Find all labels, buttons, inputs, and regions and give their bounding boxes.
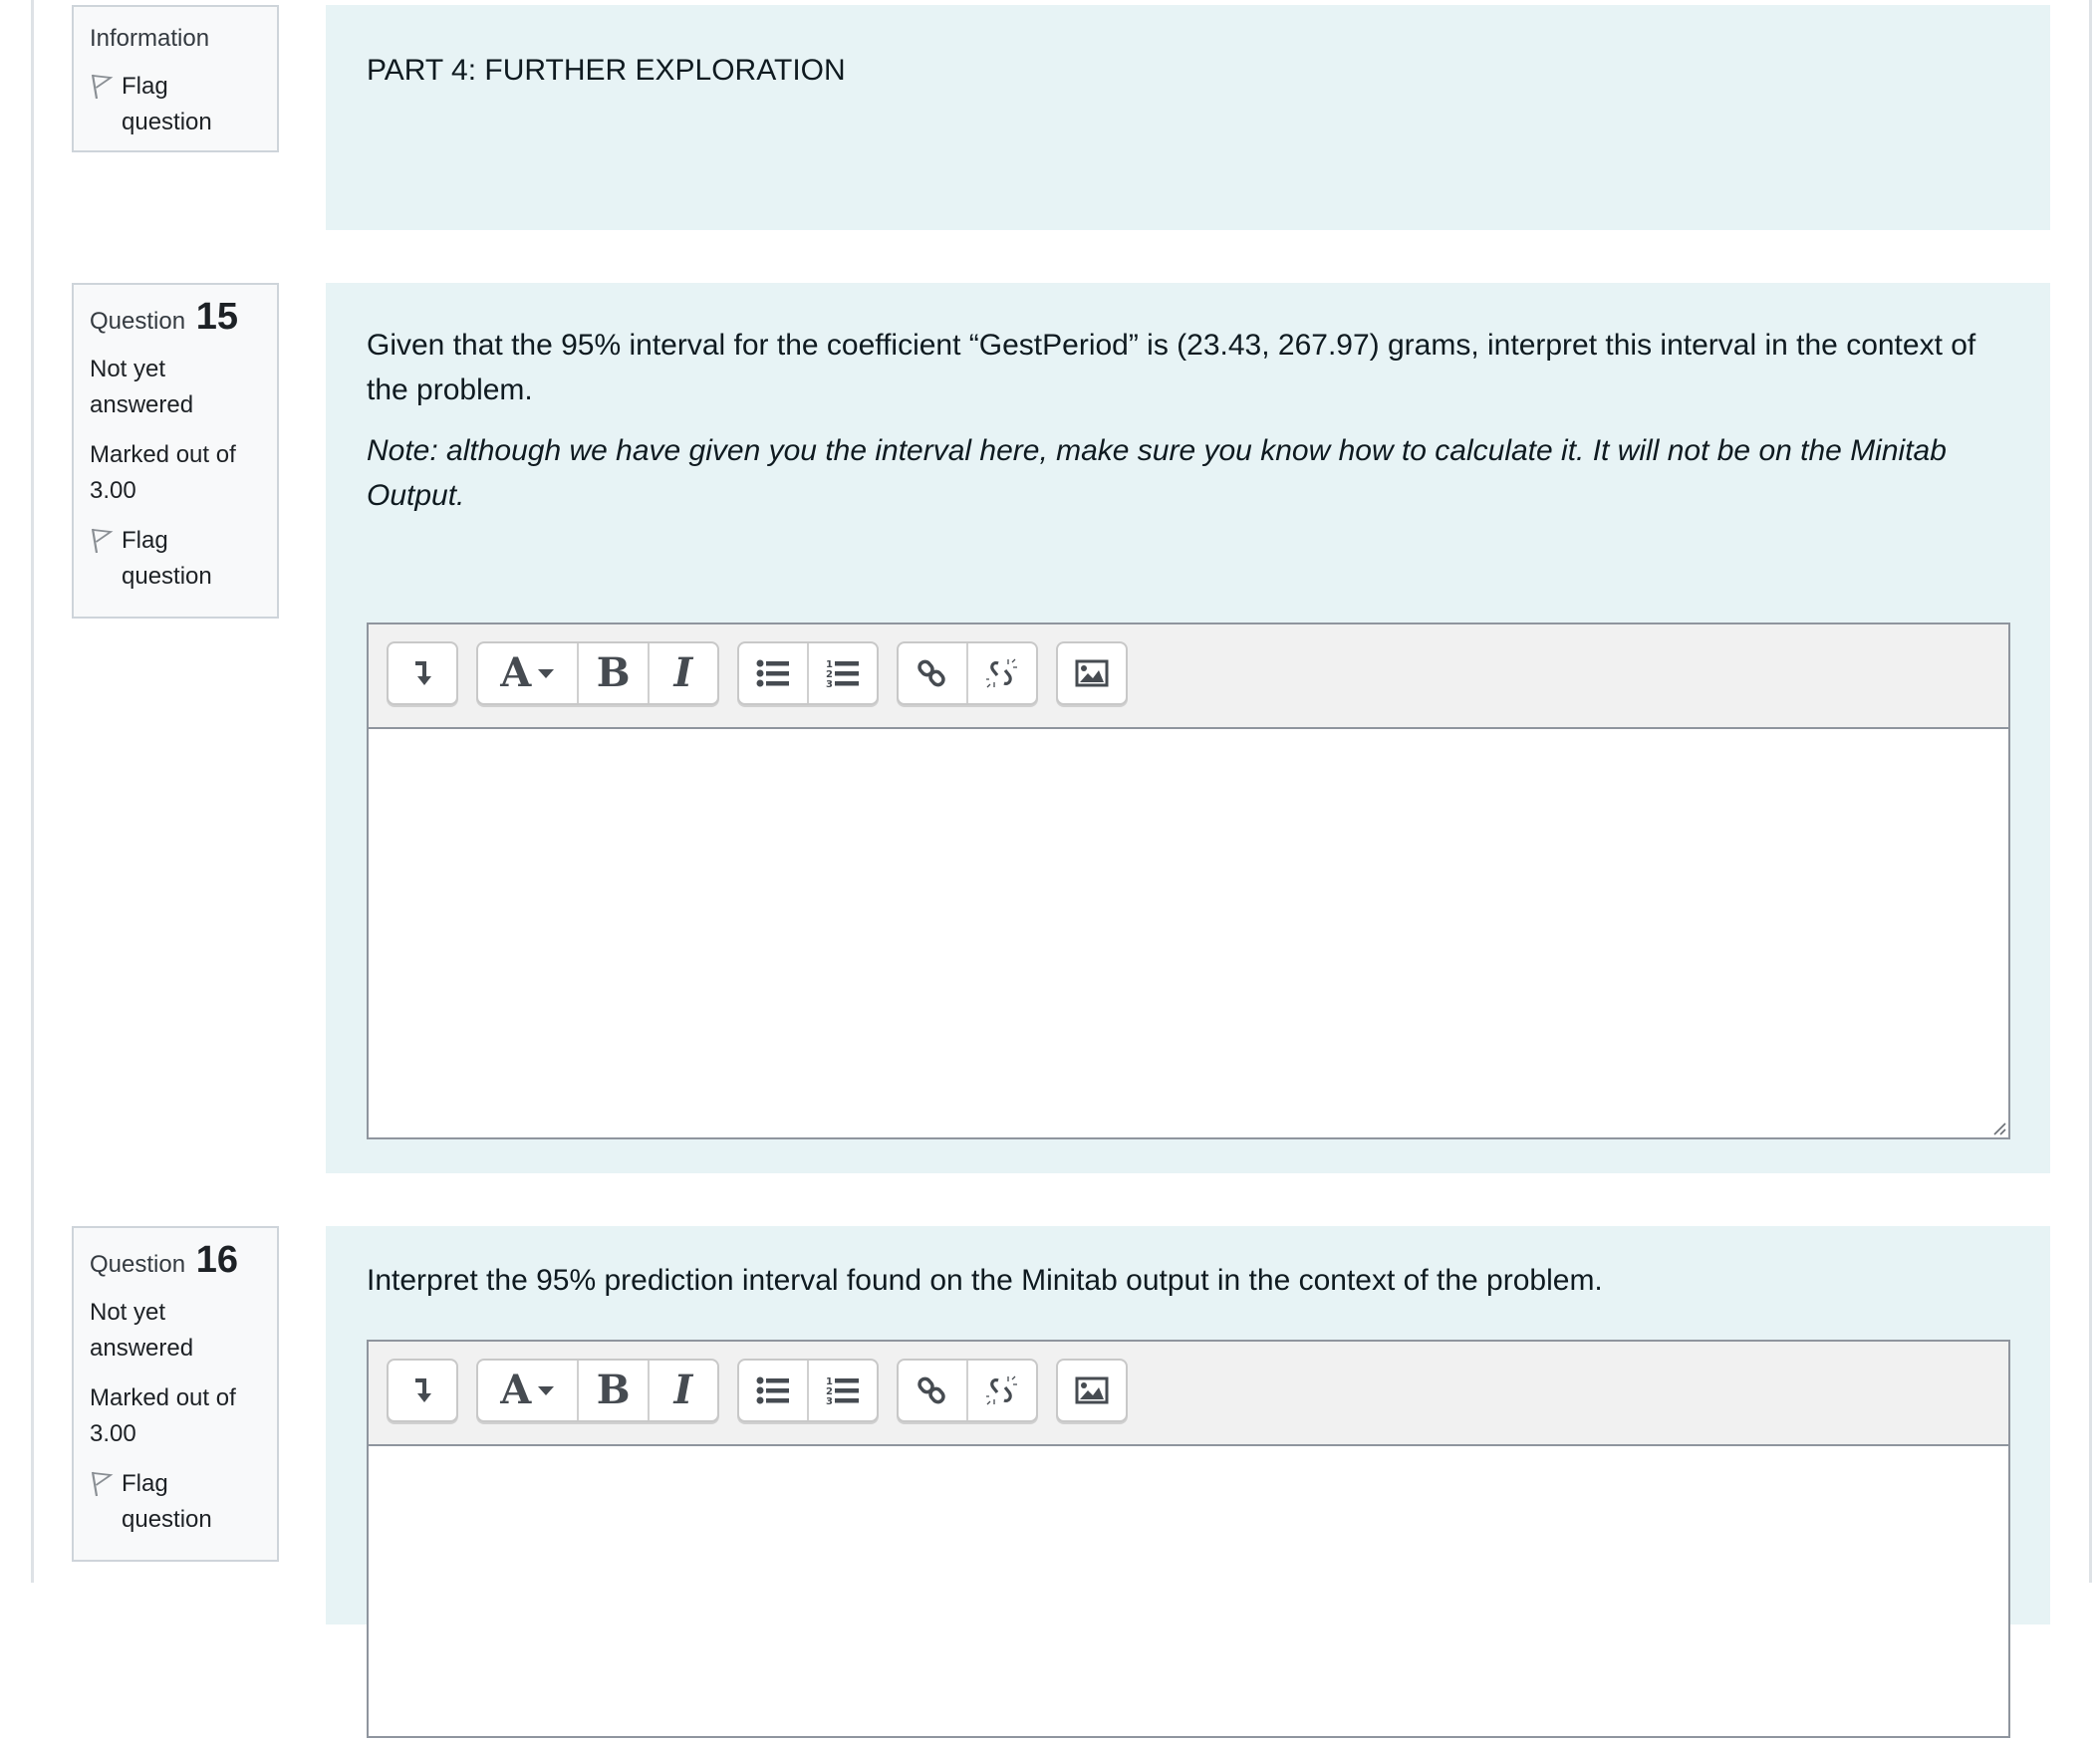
question-15-info: Question 15 Not yet answered Marked out … xyxy=(72,283,279,619)
question-number: 15 xyxy=(195,296,239,338)
level-down-arrow-icon xyxy=(415,1378,431,1402)
question-15-content: Given that the 95% interval for the coef… xyxy=(326,283,2050,1173)
page-left-border xyxy=(31,0,34,1583)
question-text: Given that the 95% interval for the coef… xyxy=(367,329,1976,406)
flag-icon xyxy=(91,528,114,554)
unlink-button[interactable] xyxy=(966,1361,1036,1420)
answer-editor: A B I 123 xyxy=(367,1340,2010,1738)
question-note: Note: although we have given you the int… xyxy=(367,434,1947,512)
flag-question-button[interactable]: Flag question xyxy=(90,69,261,140)
unlink-button[interactable] xyxy=(966,643,1036,703)
toolbar-group-toggle xyxy=(387,641,458,705)
bold-icon: B xyxy=(596,649,631,696)
toolbar-group-style: A B I xyxy=(476,1359,719,1422)
toggle-toolbar-button[interactable] xyxy=(389,643,456,703)
answer-text-area[interactable] xyxy=(369,729,2008,1137)
question-number-line: Question 16 xyxy=(90,1239,261,1283)
bullet-list-icon xyxy=(756,659,789,687)
toolbar-group-style: A B I xyxy=(476,641,719,705)
paragraph-styles-button[interactable]: A xyxy=(478,643,577,703)
link-button[interactable] xyxy=(899,1361,966,1420)
image-icon xyxy=(1075,659,1109,687)
unordered-list-button[interactable] xyxy=(739,1361,807,1420)
answer-editor: A B I 123 xyxy=(367,623,2010,1139)
font-style-dropdown-icon: A xyxy=(500,1367,532,1413)
toolbar-group-media xyxy=(1056,1359,1128,1422)
flag-question-button[interactable]: Flag question xyxy=(90,523,261,595)
caret-down-icon xyxy=(538,1386,555,1395)
link-button[interactable] xyxy=(899,643,966,703)
bullet-list-icon xyxy=(756,1376,789,1404)
toggle-toolbar-button[interactable] xyxy=(389,1361,456,1420)
insert-image-button[interactable] xyxy=(1058,1361,1126,1420)
question-text: Interpret the 95% prediction interval fo… xyxy=(367,1264,1603,1297)
question-marks: Marked out of 3.00 xyxy=(90,1384,236,1447)
ordered-list-button[interactable]: 123 xyxy=(807,1361,877,1420)
toolbar-group-links xyxy=(897,641,1038,705)
numbered-list-icon: 123 xyxy=(826,1376,859,1405)
question-16-content: Interpret the 95% prediction interval fo… xyxy=(326,1226,2050,1738)
ordered-list-button[interactable]: 123 xyxy=(807,643,877,703)
flag-question-label: Flag question xyxy=(122,73,212,135)
question-label: Question xyxy=(90,1251,186,1278)
toolbar-group-lists: 123 xyxy=(737,641,879,705)
image-icon xyxy=(1075,1376,1109,1404)
page-right-border xyxy=(2089,0,2092,1583)
toolbar-group-lists: 123 xyxy=(737,1359,879,1422)
flag-question-button[interactable]: Flag question xyxy=(90,1466,261,1538)
question-16-info: Question 16 Not yet answered Marked out … xyxy=(72,1226,279,1562)
paragraph-styles-button[interactable]: A xyxy=(478,1361,577,1420)
italic-icon: I xyxy=(673,1367,693,1413)
toolbar-group-links xyxy=(897,1359,1038,1422)
info-label: Information xyxy=(90,25,210,52)
question-marks: Marked out of 3.00 xyxy=(90,441,236,504)
unlink-icon xyxy=(986,658,1017,688)
bold-icon: B xyxy=(596,1367,631,1413)
flag-question-label: Flag question xyxy=(122,1470,212,1533)
flag-icon xyxy=(91,74,114,100)
flag-icon xyxy=(91,1471,114,1497)
info-content-panel: PART 4: FURTHER EXPLORATION xyxy=(326,5,2050,230)
toolbar-group-toggle xyxy=(387,1359,458,1422)
italic-icon: I xyxy=(673,649,693,696)
part-heading: PART 4: FURTHER EXPLORATION xyxy=(367,54,846,87)
info-sidebar: Information Flag question xyxy=(72,5,279,152)
bold-button[interactable]: B xyxy=(577,643,647,703)
question-status: Not yet answered xyxy=(90,1299,194,1362)
svg-text:3: 3 xyxy=(826,679,833,688)
font-style-dropdown-icon: A xyxy=(500,649,532,696)
question-status: Not yet answered xyxy=(90,356,194,418)
svg-text:3: 3 xyxy=(826,1396,833,1405)
unlink-icon xyxy=(986,1375,1017,1405)
numbered-list-icon: 123 xyxy=(826,659,859,688)
level-down-arrow-icon xyxy=(415,661,431,685)
question-label: Question xyxy=(90,308,186,335)
editor-toolbar: A B I 123 xyxy=(369,1342,2008,1446)
question-number: 16 xyxy=(195,1239,239,1281)
link-icon xyxy=(918,1376,945,1404)
insert-image-button[interactable] xyxy=(1058,643,1126,703)
answer-text-area[interactable] xyxy=(369,1446,2008,1745)
caret-down-icon xyxy=(538,669,555,678)
bold-button[interactable]: B xyxy=(577,1361,647,1420)
question-number-line: Question 15 xyxy=(90,296,261,340)
unordered-list-button[interactable] xyxy=(739,643,807,703)
resize-handle-icon[interactable] xyxy=(1990,1120,2006,1135)
link-icon xyxy=(918,659,945,687)
editor-toolbar: A B I 123 xyxy=(369,624,2008,729)
italic-button[interactable]: I xyxy=(647,1361,717,1420)
italic-button[interactable]: I xyxy=(647,643,717,703)
flag-question-label: Flag question xyxy=(122,527,212,590)
toolbar-group-media xyxy=(1056,641,1128,705)
